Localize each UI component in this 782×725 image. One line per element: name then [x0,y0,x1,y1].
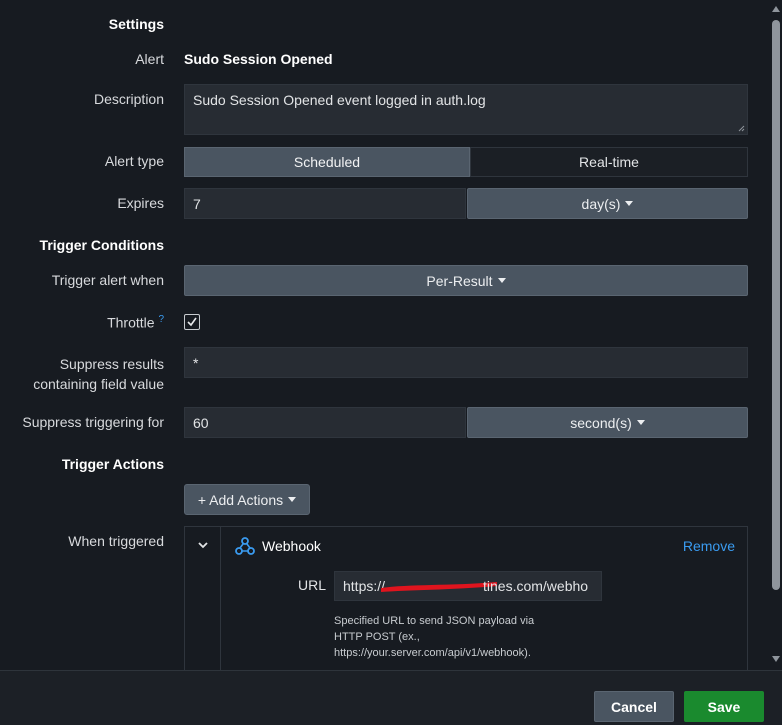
url-input[interactable]: https:// tines.com/webho [334,571,602,601]
suppress-field-label: Suppress results containing field value [33,356,164,392]
checkmark-icon [187,317,197,327]
alert-name: Sudo Session Opened [184,51,333,67]
trigger-when-value: Per-Result [426,272,493,289]
chevron-down-icon [288,497,297,502]
settings-heading: Settings [108,16,164,32]
alert-label: Alert [135,51,164,67]
trigger-when-label: Trigger alert when [51,272,164,288]
suppress-for-input[interactable]: 60 [184,407,466,438]
chevron-down-icon [636,420,645,425]
chevron-down-icon[interactable] [197,540,209,550]
url-help-text: Specified URL to send JSON payload via H… [334,615,535,659]
chevron-down-icon [625,201,634,206]
suppress-for-label: Suppress triggering for [22,414,164,430]
add-actions-button[interactable]: + Add Actions [184,484,310,515]
alert-type-scheduled-button[interactable]: Scheduled [184,147,470,177]
scroll-down-arrow-icon[interactable] [772,656,780,662]
expires-value: 7 [193,195,201,212]
trigger-actions-heading: Trigger Actions [61,456,164,472]
url-label: URL [298,577,327,593]
description-label: Description [93,91,164,107]
trigger-when-dropdown[interactable]: Per-Result [184,265,748,296]
trigger-conditions-heading: Trigger Conditions [39,237,164,253]
suppress-for-unit-label: second(s) [570,414,632,431]
scrollbar-thumb[interactable] [772,20,780,590]
help-icon[interactable]: ? [158,314,164,325]
alert-type-label: Alert type [104,153,164,169]
expires-input[interactable]: 7 [184,188,466,219]
chevron-down-icon [497,278,506,283]
add-actions-label: + Add Actions [197,491,284,508]
webhook-action-panel: Webhook Remove URL https:// tines.com/we… [184,526,748,677]
panel-divider [220,527,221,677]
suppress-for-value: 60 [193,414,209,431]
expires-label: Expires [117,195,164,211]
suppress-for-unit-dropdown[interactable]: second(s) [467,407,748,438]
when-triggered-label: When triggered [68,533,164,549]
expires-unit-dropdown[interactable]: day(s) [467,188,748,219]
webhook-title: Webhook [262,538,321,554]
redaction-mark [381,582,497,592]
resize-handle-icon[interactable] [738,125,745,132]
throttle-label: Throttle ? [107,314,164,331]
url-suffix: tines.com/webho [483,578,589,594]
webhook-icon [235,537,255,555]
expires-unit-label: day(s) [581,195,621,212]
throttle-checkbox[interactable] [184,314,200,330]
description-textarea[interactable]: Sudo Session Opened event logged in auth… [184,84,748,135]
alert-type-realtime-button[interactable]: Real-time [470,147,748,177]
suppress-field-input[interactable]: * [184,347,748,378]
suppress-field-value: * [193,354,199,371]
cancel-button[interactable]: Cancel [594,691,674,722]
scroll-up-arrow-icon[interactable] [772,6,780,12]
description-text: Sudo Session Opened event logged in auth… [193,92,486,108]
save-button[interactable]: Save [684,691,764,722]
remove-link[interactable]: Remove [683,538,735,554]
